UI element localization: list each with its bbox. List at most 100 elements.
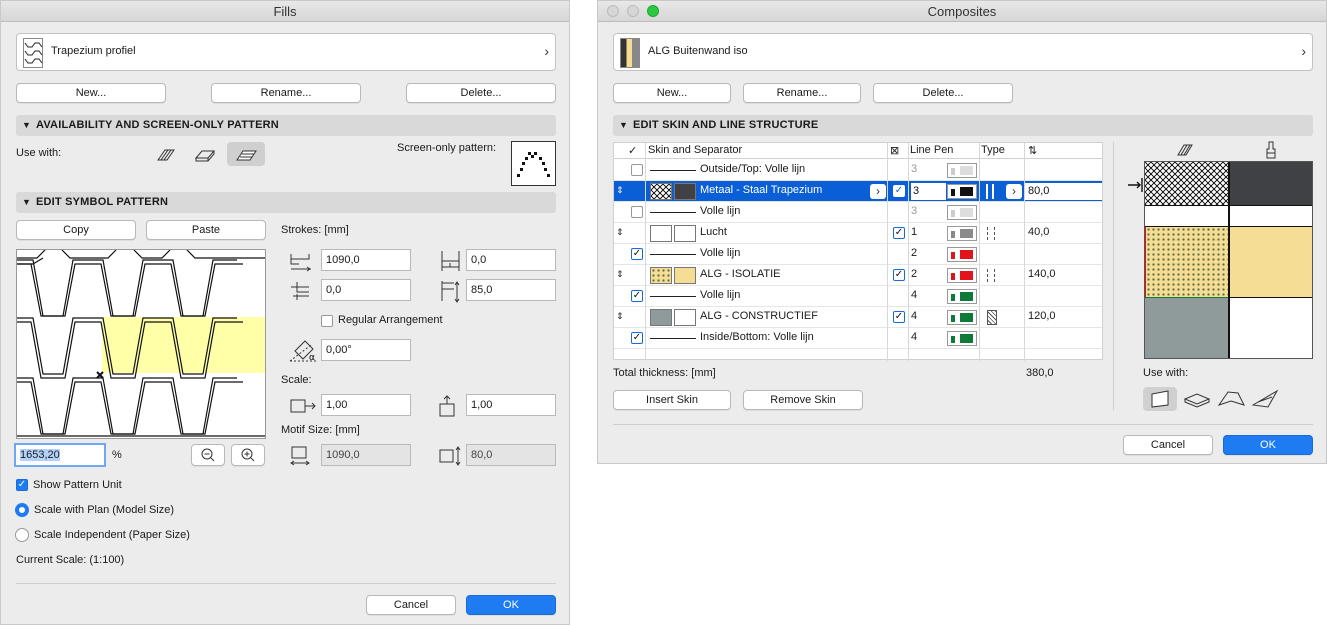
core-checkbox[interactable]: ✓ [893,269,905,281]
table-row[interactable]: ✓ Inside/Bottom: Volle lijn 4 [614,328,1102,349]
drag-handle-icon[interactable]: ⇕ [616,311,624,322]
delete-button[interactable]: Delete... [406,83,556,103]
table-row[interactable]: Outside/Top: Volle lijn 3 [614,160,1102,181]
row-checkbox[interactable]: ✓ [631,290,643,302]
edit-symbol-section-header[interactable]: ▼ EDIT SYMBOL PATTERN [16,192,556,213]
table-row[interactable]: ⇕ ALG - CONSTRUCTIEF ✓ 4 120,0 [614,307,1102,328]
motif-width-field: 1090,0 [321,444,411,466]
show-pattern-unit-checkbox[interactable]: ✓ [16,479,28,491]
table-row[interactable]: ⇕ ALG - ISOLATIE ✓ 2 140,0 [614,265,1102,286]
table-row[interactable]: ⇕ Metaal - Staal Trapezium › ✓ 3 › 80,0 [614,181,1102,202]
cancel-button[interactable]: Cancel [1123,435,1213,455]
fill-swatch[interactable] [650,267,672,284]
pen-color-swatch[interactable] [947,268,977,283]
table-row[interactable]: ✓ Volle lijn 4 [614,286,1102,307]
row-thickness: 80,0 [1028,185,1050,197]
row-checkbox[interactable]: ✓ [631,332,643,344]
composite-selector[interactable]: ALG Buitenwand iso › [613,33,1313,71]
pen-color-swatch[interactable] [947,247,977,262]
row-name: Metaal - Staal Trapezium [700,184,823,196]
cut-fill-icon [1176,142,1194,158]
zoom-window-button[interactable] [647,5,659,17]
fill-swatch[interactable] [650,309,672,326]
angle-field[interactable]: 0,00° [321,339,411,361]
pen-color-swatch[interactable] [947,226,977,241]
shell-icon[interactable] [1250,387,1280,411]
pattern-editor-canvas[interactable] [16,249,266,439]
fill-background-swatch[interactable] [674,183,696,200]
skin-structure-section-header[interactable]: ▼ EDIT SKIN AND LINE STRUCTURE [613,115,1313,136]
new-button[interactable]: New... [16,83,166,103]
cut-fill-icon[interactable] [155,144,177,166]
pen-color-swatch[interactable] [947,184,977,199]
row-name: Volle lijn [700,289,741,301]
scale-independent-radio[interactable] [15,528,29,542]
rename-button[interactable]: Rename... [211,83,361,103]
row-checkbox[interactable] [631,206,643,218]
stroke-x1-field[interactable]: 1090,0 [321,249,411,271]
stroke-x2-field[interactable]: 0,0 [321,279,411,301]
row-checkbox[interactable]: ✓ [631,248,643,260]
chevron-right-icon[interactable]: › [1006,184,1022,199]
table-row[interactable]: Volle lijn 3 [614,202,1102,223]
drag-handle-icon[interactable]: ⇕ [616,269,624,280]
cancel-button[interactable]: Cancel [366,595,456,615]
fill-preview-icon [23,38,43,68]
delete-button[interactable]: Delete... [873,83,1013,103]
ok-button[interactable]: OK [466,595,556,615]
slab-icon[interactable] [1182,387,1212,411]
fill-swatch[interactable] [650,183,672,200]
screen-only-pattern-swatch[interactable] [511,141,556,186]
stroke-y1-field[interactable]: 0,0 [466,249,556,271]
core-checkbox[interactable]: ✓ [893,311,905,323]
fill-background-swatch[interactable] [674,225,696,242]
use-with-label: Use with: [1143,367,1189,379]
fill-background-swatch[interactable] [674,309,696,326]
pen-field[interactable]: 3 [911,183,946,200]
core-checkbox[interactable]: ✓ [893,185,905,197]
minimize-window-button[interactable] [627,5,639,17]
scale-x-field[interactable]: 1,00 [321,394,411,416]
row-checkbox[interactable] [631,164,643,176]
pen-color-swatch[interactable] [947,163,977,178]
thickness-field[interactable]: 80,0 [1025,183,1102,200]
scale-y-field[interactable]: 1,00 [466,394,556,416]
wall-icon[interactable] [1143,387,1177,411]
drag-handle-icon[interactable]: ⇕ [616,227,624,238]
pen-color-swatch[interactable] [947,205,977,220]
drag-handle-icon[interactable]: ⇕ [616,185,624,196]
fill-background-swatch[interactable] [674,267,696,284]
preview-divider [1228,162,1230,358]
row-thickness: 140,0 [1028,268,1056,280]
core-checkbox[interactable]: ✓ [893,227,905,239]
scale-with-plan-radio[interactable] [15,503,29,517]
pen-color-swatch[interactable] [947,289,977,304]
preview-insulation-bg [1230,227,1312,297]
stroke-y2-field[interactable]: 85,0 [466,279,556,301]
rename-button[interactable]: Rename... [743,83,861,103]
regular-arrangement-checkbox[interactable] [321,315,333,327]
chevron-right-icon[interactable]: › [870,184,886,199]
vertical-spacing-icon [439,279,463,303]
ok-button[interactable]: OK [1223,435,1313,455]
table-row[interactable]: ✓ Volle lijn 2 [614,244,1102,265]
pen-color-swatch[interactable] [947,310,977,325]
paste-button[interactable]: Paste [146,220,266,240]
fill-selector[interactable]: Trapezium profiel › [16,33,556,71]
cover-fill-icon[interactable] [194,144,216,166]
new-button[interactable]: New... [613,83,731,103]
roof-icon[interactable] [1216,387,1246,411]
copy-button[interactable]: Copy [16,220,136,240]
zoom-field[interactable]: 1653,20 [14,443,106,467]
zoom-in-button[interactable] [231,444,265,466]
fill-swatch[interactable] [650,225,672,242]
drafting-fill-icon[interactable] [227,142,265,166]
availability-section-header[interactable]: ▼ AVAILABILITY AND SCREEN-ONLY PATTERN [16,115,556,136]
row-name: Outside/Top: Volle lijn [700,163,806,175]
remove-skin-button[interactable]: Remove Skin [743,390,863,410]
insert-skin-button[interactable]: Insert Skin [613,390,731,410]
pen-color-swatch[interactable] [947,331,977,346]
table-row[interactable]: ⇕ Lucht ✓ 1 40,0 [614,223,1102,244]
close-window-button[interactable] [607,5,619,17]
zoom-out-button[interactable] [191,444,225,466]
